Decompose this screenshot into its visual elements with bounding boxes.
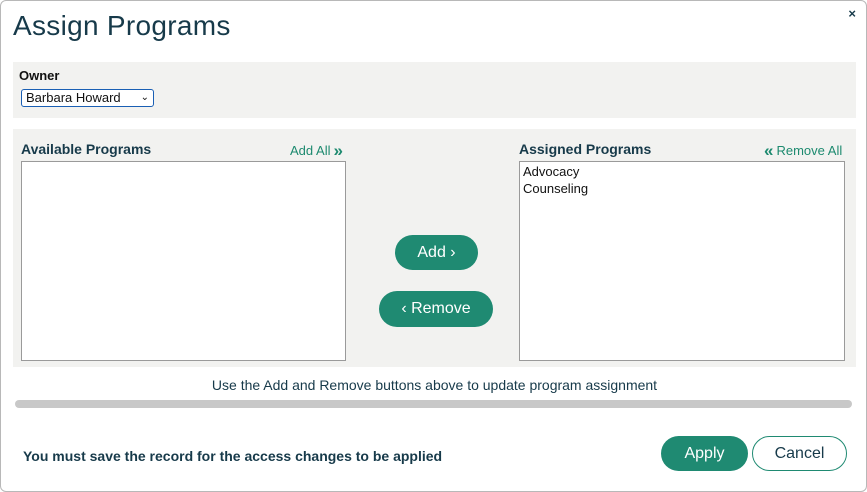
apply-button[interactable]: Apply xyxy=(661,436,748,471)
add-all-label: Add All xyxy=(290,143,331,158)
owner-section: Owner Barbara Howard ⌄ xyxy=(13,62,856,118)
assigned-programs-label: Assigned Programs xyxy=(519,141,652,157)
horizontal-scrollbar[interactable] xyxy=(15,400,852,408)
double-chevron-left-icon: « xyxy=(764,141,774,160)
assigned-programs-list[interactable]: Advocacy Counseling xyxy=(519,161,845,361)
owner-select[interactable]: Barbara Howard ⌄ xyxy=(21,89,154,107)
assign-programs-dialog: Assign Programs × Owner Barbara Howard ⌄… xyxy=(0,0,867,492)
owner-selected-value: Barbara Howard xyxy=(26,90,121,105)
available-programs-label: Available Programs xyxy=(21,141,152,157)
remove-all-link[interactable]: « Remove All xyxy=(764,142,842,159)
available-programs-list[interactable] xyxy=(21,161,346,361)
cancel-button[interactable]: Cancel xyxy=(752,436,847,471)
list-item[interactable]: Counseling xyxy=(522,180,842,197)
remove-all-label: Remove All xyxy=(776,143,843,158)
double-chevron-right-icon: » xyxy=(333,141,343,160)
remove-button[interactable]: ‹ Remove xyxy=(379,291,493,327)
add-all-link[interactable]: Add All » xyxy=(290,141,343,160)
programs-section: Available Programs Add All » Add › ‹ Rem… xyxy=(13,129,856,367)
dialog-title: Assign Programs xyxy=(13,10,231,41)
close-icon[interactable]: × xyxy=(848,7,856,20)
save-notice: You must save the record for the access … xyxy=(23,448,443,464)
owner-label: Owner xyxy=(19,68,60,83)
add-button[interactable]: Add › xyxy=(395,235,478,270)
list-item[interactable]: Advocacy xyxy=(522,163,842,180)
assignment-hint: Use the Add and Remove buttons above to … xyxy=(211,377,658,393)
chevron-down-icon: ⌄ xyxy=(140,92,149,103)
